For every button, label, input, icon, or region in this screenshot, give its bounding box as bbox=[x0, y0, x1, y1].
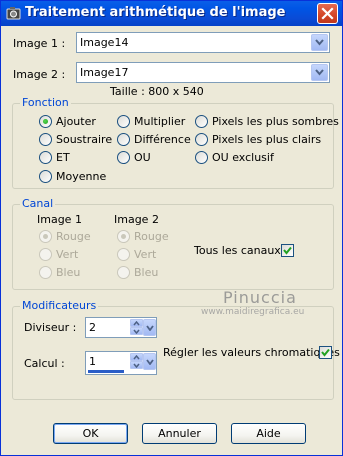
checkmark-icon bbox=[283, 246, 292, 255]
app-icon bbox=[6, 6, 21, 21]
radio-pixels-clairs[interactable] bbox=[195, 133, 208, 146]
chevron-down-icon bbox=[146, 325, 154, 331]
size-info: Taille : 800 x 540 bbox=[110, 85, 204, 98]
radio-image1-bleu[interactable] bbox=[39, 266, 52, 279]
radio-et-label[interactable]: ET bbox=[56, 151, 70, 164]
canal-image1-header: Image 1 bbox=[37, 213, 82, 226]
image2-value: Image17 bbox=[80, 66, 129, 79]
radio-image1-bleu-label[interactable]: Bleu bbox=[56, 266, 80, 279]
divisor-spinner[interactable]: 2 bbox=[85, 317, 157, 338]
calc-down-button[interactable] bbox=[130, 361, 143, 369]
title-bar[interactable]: Traitement arithmétique de l'image bbox=[1, 1, 342, 26]
calc-up-button[interactable] bbox=[130, 353, 143, 361]
all-channels-checkbox[interactable] bbox=[281, 244, 294, 257]
divisor-dropdown-button[interactable] bbox=[143, 319, 156, 336]
radio-difference-label[interactable]: Différence bbox=[134, 133, 191, 146]
radio-image2-vert[interactable] bbox=[117, 248, 130, 261]
chromatic-label[interactable]: Régler les valeurs chromatiques bbox=[163, 346, 340, 359]
radio-image2-rouge-label[interactable]: Rouge bbox=[134, 230, 169, 243]
divisor-label: Diviseur : bbox=[24, 321, 77, 334]
chevron-up-icon bbox=[133, 321, 140, 326]
chevron-down-icon bbox=[315, 39, 324, 46]
checkmark-icon bbox=[321, 348, 330, 357]
chevron-up-icon bbox=[133, 355, 140, 360]
radio-et[interactable] bbox=[39, 151, 52, 164]
radio-pixels-sombres-label[interactable]: Pixels les plus sombres bbox=[212, 115, 339, 128]
radio-soustraire-label[interactable]: Soustraire bbox=[56, 133, 112, 146]
calc-dropdown-button[interactable] bbox=[143, 353, 156, 370]
divisor-value: 2 bbox=[89, 321, 96, 334]
radio-ou-label[interactable]: OU bbox=[134, 151, 151, 164]
radio-image2-vert-label[interactable]: Vert bbox=[134, 248, 156, 261]
chevron-down-icon bbox=[315, 69, 324, 76]
calc-slider-bar[interactable] bbox=[88, 370, 124, 373]
cancel-button[interactable]: Annuler bbox=[142, 423, 217, 444]
radio-image2-bleu[interactable] bbox=[117, 266, 130, 279]
divisor-updown[interactable] bbox=[130, 319, 143, 336]
canal-legend: Canal bbox=[20, 197, 56, 210]
image1-label: Image 1 : bbox=[13, 37, 66, 50]
ok-button[interactable]: OK bbox=[53, 423, 128, 444]
radio-ajouter-label[interactable]: Ajouter bbox=[56, 115, 96, 128]
close-icon bbox=[321, 7, 334, 20]
image1-dropdown-button[interactable] bbox=[311, 34, 328, 51]
calc-spinner[interactable]: 1 bbox=[85, 351, 157, 375]
radio-ou[interactable] bbox=[117, 151, 130, 164]
radio-ajouter[interactable] bbox=[39, 115, 52, 128]
chromatic-checkbox[interactable] bbox=[319, 346, 332, 359]
radio-ou-exclusif-label[interactable]: OU exclusif bbox=[212, 151, 274, 164]
divisor-down-button[interactable] bbox=[130, 327, 143, 335]
radio-moyenne[interactable] bbox=[39, 170, 52, 183]
chevron-down-icon bbox=[133, 329, 140, 334]
modificateurs-legend: Modificateurs bbox=[20, 299, 99, 312]
window-title: Traitement arithmétique de l'image bbox=[25, 5, 286, 20]
radio-image2-rouge[interactable] bbox=[117, 230, 130, 243]
divisor-up-button[interactable] bbox=[130, 319, 143, 327]
radio-multiplier-label[interactable]: Multiplier bbox=[134, 115, 185, 128]
radio-image1-rouge[interactable] bbox=[39, 230, 52, 243]
calc-updown[interactable] bbox=[130, 353, 143, 370]
fonction-legend: Fonction bbox=[20, 96, 71, 109]
radio-ou-exclusif[interactable] bbox=[195, 151, 208, 164]
image1-value: Image14 bbox=[80, 36, 129, 49]
radio-image1-vert[interactable] bbox=[39, 248, 52, 261]
image2-dropdown-button[interactable] bbox=[311, 64, 328, 81]
help-button[interactable]: Aide bbox=[231, 423, 306, 444]
radio-difference[interactable] bbox=[117, 133, 130, 146]
radio-multiplier[interactable] bbox=[117, 115, 130, 128]
radio-pixels-sombres[interactable] bbox=[195, 115, 208, 128]
canal-image2-header: Image 2 bbox=[114, 213, 159, 226]
image2-label: Image 2 : bbox=[13, 68, 66, 81]
radio-image1-rouge-label[interactable]: Rouge bbox=[56, 230, 91, 243]
all-channels-label[interactable]: Tous les canaux bbox=[194, 244, 281, 257]
calc-label: Calcul : bbox=[24, 357, 65, 370]
radio-soustraire[interactable] bbox=[39, 133, 52, 146]
radio-pixels-clairs-label[interactable]: Pixels les plus clairs bbox=[212, 133, 321, 146]
dialog-window: Traitement arithmétique de l'image Image… bbox=[0, 0, 343, 456]
image1-combo[interactable]: Image14 bbox=[76, 32, 330, 53]
watermark-name: Pinuccia bbox=[223, 288, 297, 307]
radio-moyenne-label[interactable]: Moyenne bbox=[56, 170, 106, 183]
image2-combo[interactable]: Image17 bbox=[76, 62, 330, 83]
chevron-down-icon bbox=[133, 363, 140, 368]
radio-image2-bleu-label[interactable]: Bleu bbox=[134, 266, 158, 279]
chevron-down-icon bbox=[146, 359, 154, 365]
radio-image1-vert-label[interactable]: Vert bbox=[56, 248, 78, 261]
calc-value: 1 bbox=[89, 355, 96, 368]
close-button[interactable] bbox=[317, 3, 338, 24]
